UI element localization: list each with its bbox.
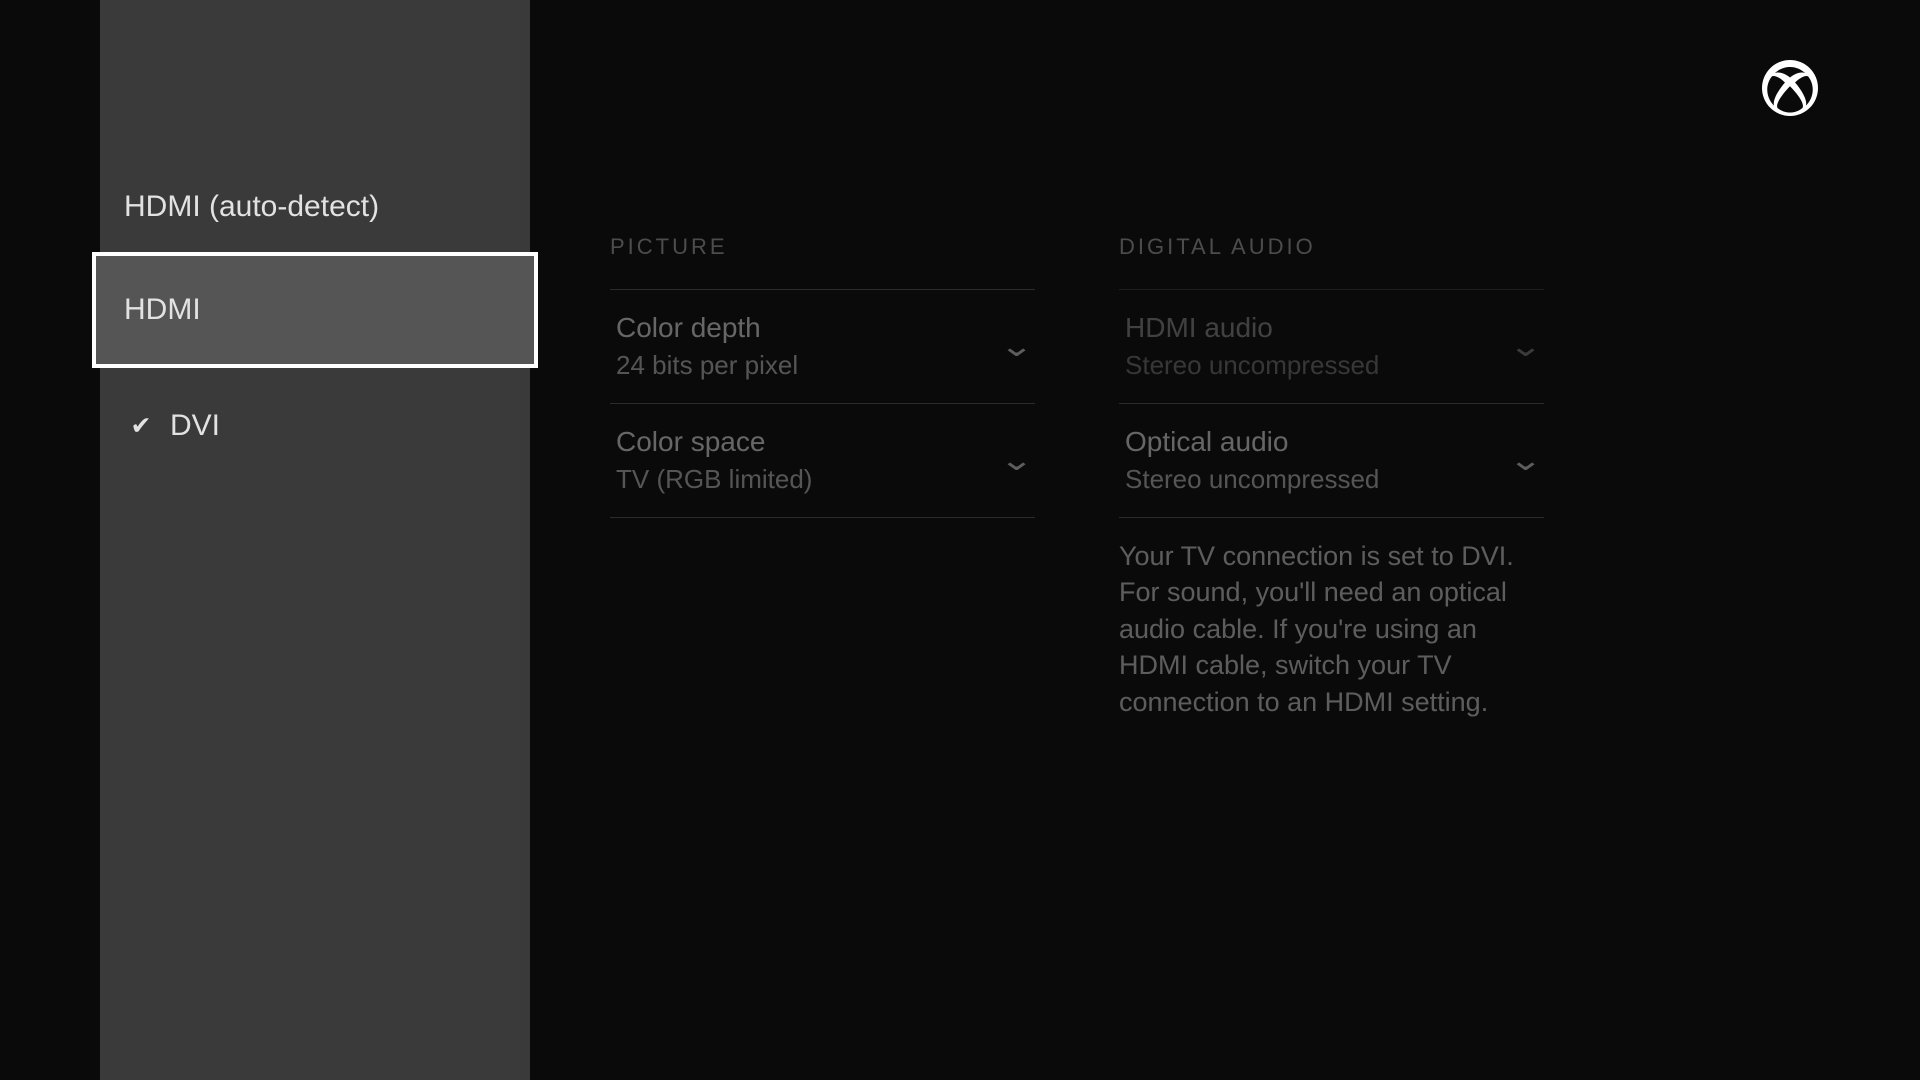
setting-value: Stereo uncompressed	[1125, 464, 1379, 495]
setting-value: Stereo uncompressed	[1125, 350, 1379, 381]
sidebar-item-hdmi-auto[interactable]: HDMI (auto-detect)	[100, 162, 530, 252]
sidebar-item-dvi[interactable]: ✔ DVI	[100, 368, 530, 484]
setting-hdmi-audio: HDMI audio Stereo uncompressed ⌄	[1119, 289, 1544, 404]
sidebar-item-label: HDMI	[124, 293, 201, 327]
chevron-down-icon: ⌄	[1508, 329, 1543, 364]
setting-label: Color depth	[616, 312, 798, 344]
setting-label: Optical audio	[1125, 426, 1379, 458]
sidebar-item-label: HDMI (auto-detect)	[124, 190, 379, 224]
setting-label: Color space	[616, 426, 812, 458]
tv-connection-list: HDMI (auto-detect) HDMI ✔ DVI	[100, 0, 530, 1080]
setting-label: HDMI audio	[1125, 312, 1379, 344]
sidebar-item-hdmi[interactable]: HDMI	[92, 252, 538, 368]
chevron-down-icon: ⌄	[999, 443, 1034, 478]
section-title-picture: PICTURE	[610, 234, 1035, 260]
check-icon: ✔	[124, 411, 158, 441]
xbox-logo-icon	[1762, 60, 1818, 116]
chevron-down-icon: ⌄	[999, 329, 1034, 364]
section-title-audio: DIGITAL AUDIO	[1119, 234, 1544, 260]
setting-optical-audio[interactable]: Optical audio Stereo uncompressed ⌄	[1119, 403, 1544, 518]
chevron-down-icon: ⌄	[1508, 443, 1543, 478]
setting-value: TV (RGB limited)	[616, 464, 812, 495]
audio-info-text: Your TV connection is set to DVI. For so…	[1119, 538, 1544, 720]
display-audio-settings: PICTURE Color depth 24 bits per pixel ⌄ …	[530, 0, 1920, 1080]
picture-section: PICTURE Color depth 24 bits per pixel ⌄ …	[610, 234, 1035, 518]
setting-color-depth[interactable]: Color depth 24 bits per pixel ⌄	[610, 289, 1035, 404]
setting-value: 24 bits per pixel	[616, 350, 798, 381]
sidebar-item-label: DVI	[170, 409, 220, 443]
setting-color-space[interactable]: Color space TV (RGB limited) ⌄	[610, 403, 1035, 518]
digital-audio-section: DIGITAL AUDIO HDMI audio Stereo uncompre…	[1119, 234, 1544, 518]
